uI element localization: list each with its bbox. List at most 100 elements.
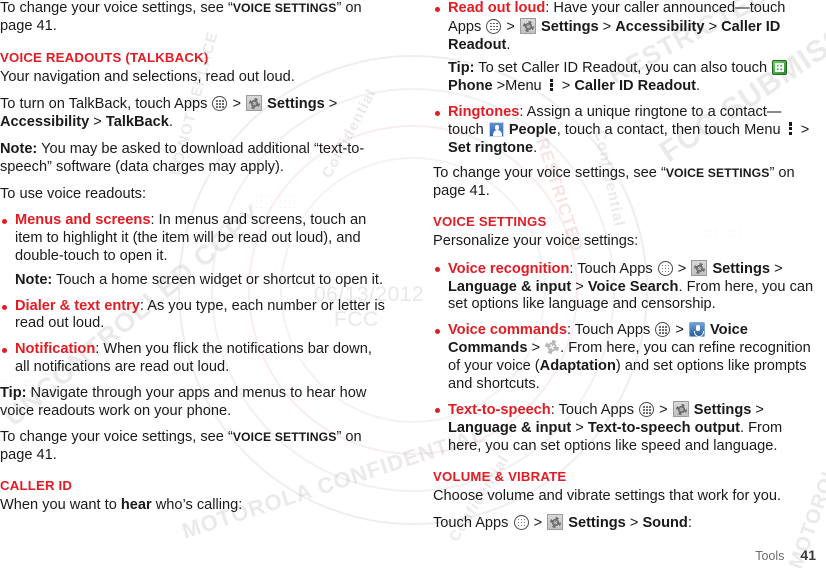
heading-voice-settings: Voice settings: [433, 213, 547, 229]
list-item: Dialer & text entry: As you type, each n…: [0, 298, 389, 334]
list-item: Text-to-speech: Touch Apps > Settings > …: [433, 401, 816, 455]
two-column-body: To change your voice settings, see “Voic…: [0, 0, 826, 541]
list-item: Voice commands: Touch Apps > Voice Comma…: [433, 322, 816, 393]
list-item: Read out loud: Have your caller announce…: [433, 0, 816, 96]
bold-settings: Settings: [541, 18, 599, 35]
xref-voice-settings[interactable]: Voice settings: [666, 166, 770, 180]
xref-voice-settings[interactable]: Voice settings: [233, 430, 337, 444]
note-text: You may be asked to download additional …: [0, 140, 365, 175]
tip-period: .: [696, 78, 701, 95]
path-colon: :: [687, 514, 692, 531]
volume-vibrate-path: Touch Apps > Settings > Sound:: [433, 513, 816, 533]
list-item: Notification: When you flick the notific…: [0, 341, 389, 377]
sep-2: >: [625, 514, 643, 531]
caller-id-lede: When you want to hear who’s calling:: [0, 497, 389, 515]
tip-text: To set Caller ID Readout, you can also t…: [474, 60, 772, 77]
bold-settings: Settings: [693, 402, 752, 419]
left-column: To change your voice settings, see “Voic…: [0, 0, 413, 541]
sep-2: >: [751, 402, 764, 419]
caller-id-lede-bold: hear: [120, 496, 152, 513]
bullet-subnote: Note: Touch a home screen widget or shor…: [15, 272, 389, 290]
bold-caller-id-readout: Caller ID Readout: [574, 78, 697, 95]
overflow-menu-icon: [549, 78, 554, 92]
bullet-period: .: [506, 36, 511, 53]
people-icon: [488, 121, 504, 137]
bold-talkback: TalkBack: [105, 114, 169, 131]
heading-voice-readouts: Voice Readouts (TalkBack): [0, 49, 209, 65]
sep-3: >: [571, 420, 588, 437]
bold-language-input: Language & input: [448, 420, 572, 437]
note-label: Note:: [0, 140, 38, 157]
page-number: 41: [800, 547, 816, 563]
xref-voice-settings[interactable]: Voice settings: [233, 1, 337, 15]
tip-sep: >: [557, 78, 575, 95]
apps-icon: [513, 514, 529, 530]
voice-readouts-lede: Your navigation and selections, read out…: [0, 68, 295, 85]
gear-icon: [545, 339, 560, 354]
bullet-period: .: [533, 139, 538, 156]
footer-section-label: Tools: [755, 549, 785, 563]
tip-label: Tip:: [448, 60, 475, 77]
outro-xref-paragraph-left: To change your voice settings, see “Voic…: [0, 429, 389, 465]
settings-gear-icon: [691, 259, 708, 276]
tip-label: Tip:: [0, 384, 27, 401]
volume-vibrate-lede: Choose volume and vibrate settings that …: [433, 487, 781, 504]
list-item: Voice recognition: Touch Apps > Settings…: [433, 259, 816, 314]
sep-2: >: [770, 260, 783, 277]
sep-1: >: [529, 514, 547, 531]
bullet-body: : Touch Apps: [569, 260, 657, 277]
voice-settings-lede: Personalize your voice settings:: [433, 232, 639, 249]
bold-language-input: Language & input: [448, 278, 572, 295]
bold-accessibility: Accessibility: [0, 114, 90, 131]
bullet-lead: Ringtones: [448, 103, 520, 120]
path-pre: Touch Apps: [433, 514, 513, 531]
voice-settings-bullet-list: Voice recognition: Touch Apps > Settings…: [433, 259, 816, 456]
sep-1: >: [671, 322, 688, 339]
sep-1: >: [655, 402, 672, 419]
sep-2: >: [527, 339, 545, 356]
talkback-path-paragraph: To turn on TalkBack, touch Apps > Settin…: [0, 95, 389, 132]
bullet-lead: Dialer & text entry: [15, 297, 140, 314]
sep-2: >: [598, 18, 616, 35]
tip-navigate: Tip: Navigate through your apps and menu…: [0, 385, 389, 421]
overflow-menu-icon: [788, 122, 793, 136]
subnote-text: Touch a home screen widget or shortcut t…: [52, 271, 384, 288]
bullet-body-2: , touch a contact, then touch Menu: [556, 121, 785, 138]
use-voice-readouts-intro: To use voice readouts:: [0, 185, 147, 202]
apps-icon: [639, 402, 655, 418]
bold-set-ringtone: Set ringtone: [448, 139, 534, 156]
tip-text: Navigate through your apps and menus to …: [0, 384, 367, 419]
bullet-lead: Menus and screens: [15, 212, 151, 229]
voice-readouts-bullet-list: Menus and screens: In menus and screens,…: [0, 212, 389, 376]
settings-gear-icon: [519, 17, 536, 34]
tip-menu-text: >Menu: [492, 78, 546, 95]
bold-adaptation: Adaptation: [539, 357, 616, 374]
caller-id-lede-pre: When you want to: [0, 496, 121, 513]
bold-phone: Phone: [448, 78, 493, 95]
intro-pre: To change your voice settings, see “: [0, 0, 233, 16]
bullet-tip: Tip: To set Caller ID Readout, you can a…: [448, 60, 816, 96]
bold-tts-output: Text-to-speech output: [587, 420, 741, 437]
outro-pre: To change your voice settings, see “: [433, 165, 666, 182]
outro-pre: To change your voice settings, see “: [0, 429, 233, 446]
right-column: Read out loud: Have your caller announce…: [413, 0, 826, 541]
talkback-period: .: [168, 114, 173, 131]
caller-id-lede-post: who’s calling:: [151, 496, 243, 513]
apps-icon: [212, 96, 228, 112]
settings-gear-icon: [547, 513, 564, 530]
settings-gear-icon: [246, 95, 263, 112]
bullet-body: : Touch Apps: [550, 402, 639, 419]
apps-icon: [657, 260, 673, 276]
heading-volume-vibrate: Volume & vibrate: [433, 468, 567, 484]
intro-xref-paragraph: To change your voice settings, see “Voic…: [0, 0, 389, 36]
bold-sound: Sound: [642, 514, 688, 531]
talkback-sep-1: >: [228, 96, 246, 113]
sep-1: >: [502, 18, 519, 35]
bold-people: People: [508, 121, 557, 138]
manual-page: To change your voice settings, see “Voic…: [0, 0, 826, 568]
bold-settings: Settings: [267, 96, 325, 113]
page-footer: Tools 41: [755, 547, 816, 563]
bullet-body: : Touch Apps: [566, 322, 655, 339]
sep-1: >: [673, 260, 691, 277]
outro-xref-paragraph-right: To change your voice settings, see “Voic…: [433, 165, 816, 201]
